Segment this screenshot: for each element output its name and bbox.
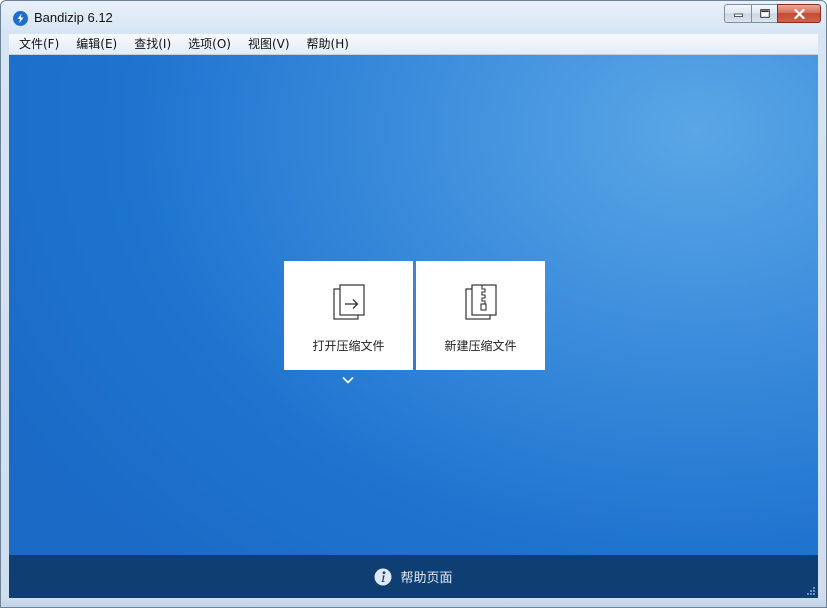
minimize-icon xyxy=(733,13,743,17)
chevron-down-icon[interactable] xyxy=(341,375,355,385)
maximize-button[interactable] xyxy=(751,4,777,23)
footer-bar: 帮助页面 xyxy=(9,555,818,598)
new-archive-label: 新建压缩文件 xyxy=(444,339,517,353)
resize-grip-icon[interactable] xyxy=(806,586,816,596)
open-archive-label: 打开压缩文件 xyxy=(312,339,385,353)
close-icon xyxy=(793,8,805,19)
info-icon xyxy=(374,568,392,585)
open-archive-icon xyxy=(332,284,365,320)
window-frame-bottom xyxy=(1,598,826,607)
open-archive-tile[interactable]: 打开压缩文件 xyxy=(284,261,413,370)
help-page-label: 帮助页面 xyxy=(400,571,453,586)
title-bar[interactable]: Bandizip 6.12 xyxy=(1,1,826,34)
minimize-button[interactable] xyxy=(724,4,751,23)
app-window: Bandizip 6.12 文件(F) 编辑(E) 查找(I) 选项(O) 视图… xyxy=(0,0,827,608)
menu-bar: 文件(F) 编辑(E) 查找(I) 选项(O) 视图(V) 帮助(H) xyxy=(9,34,818,55)
menu-options[interactable]: 选项(O) xyxy=(178,34,238,54)
close-button[interactable] xyxy=(777,4,821,23)
new-archive-tile[interactable]: 新建压缩文件 xyxy=(416,261,545,370)
maximize-icon xyxy=(759,9,770,18)
window-title: Bandizip 6.12 xyxy=(34,10,113,25)
window-controls xyxy=(724,4,821,24)
new-archive-icon xyxy=(464,284,497,320)
menu-help[interactable]: 帮助(H) xyxy=(297,34,356,54)
main-content: 打开压缩文件 新建压缩文件 xyxy=(9,55,818,555)
help-page-link[interactable]: 帮助页面 xyxy=(374,567,453,586)
bandizip-logo-icon xyxy=(13,11,28,26)
menu-find[interactable]: 查找(I) xyxy=(124,34,178,54)
menu-view[interactable]: 视图(V) xyxy=(238,34,297,54)
menu-edit[interactable]: 编辑(E) xyxy=(66,34,124,54)
action-tiles: 打开压缩文件 新建压缩文件 xyxy=(284,261,545,370)
menu-file[interactable]: 文件(F) xyxy=(9,34,66,54)
